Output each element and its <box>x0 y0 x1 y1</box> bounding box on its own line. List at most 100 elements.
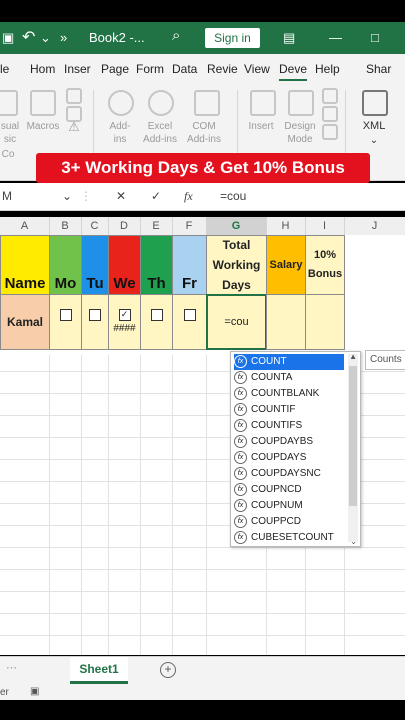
tab-insert[interactable]: Inser <box>64 62 91 76</box>
header-bonus-text: 10% Bonus <box>307 249 343 280</box>
header-tu-cell[interactable]: Tu <box>81 235 109 295</box>
com-add-ins-icon[interactable] <box>194 90 220 116</box>
enter-icon[interactable]: ✓ <box>151 189 161 203</box>
add-ins-icon[interactable] <box>108 90 134 116</box>
column-header-f[interactable]: F <box>172 217 207 235</box>
name-cell[interactable]: Kamal <box>0 294 50 350</box>
record-macro-icon[interactable] <box>66 88 82 104</box>
total-working-days-cell[interactable]: =cou <box>206 294 267 350</box>
visual-basic-icon[interactable] <box>0 90 18 116</box>
source-icon[interactable] <box>362 90 388 116</box>
tab-file[interactable]: le <box>0 62 9 76</box>
tu-cell[interactable] <box>81 294 109 350</box>
autocomplete-item[interactable]: fx COUPPCD <box>234 514 344 530</box>
autocomplete-item[interactable]: fx COUPNCD <box>234 482 344 498</box>
tab-page-layout[interactable]: Page <box>101 62 129 76</box>
function-autocomplete[interactable]: fx COUNT fx COUNTA fx COUNTBLANK fx COUNTIF … <box>230 351 361 547</box>
autocomplete-item[interactable]: fx COUNTIF <box>234 402 344 418</box>
th-checkbox[interactable] <box>150 309 163 321</box>
bonus-cell[interactable] <box>305 294 345 350</box>
undo-icon[interactable]: ↶ <box>22 27 35 47</box>
autocomplete-item[interactable]: fx COUNTIFS <box>234 418 344 434</box>
toolbox-icon[interactable] <box>250 90 276 116</box>
tab-data[interactable]: Data <box>172 62 197 76</box>
column-header-h[interactable]: H <box>266 217 306 235</box>
view-code-icon[interactable] <box>322 106 338 122</box>
column-header-i[interactable]: I <box>305 217 345 235</box>
column-header-c[interactable]: C <box>81 217 109 235</box>
column-header-a[interactable]: A <box>0 217 50 235</box>
header-mo-cell[interactable]: Mo <box>49 235 82 295</box>
chevron-down-icon[interactable]: ⌄ <box>366 134 382 147</box>
add-sheet-button[interactable]: + <box>160 662 176 678</box>
autocomplete-item[interactable]: fx CUBESETCOUNT <box>234 530 344 546</box>
macros-label: Macros <box>26 121 60 132</box>
chevron-down-icon[interactable]: ⌄ <box>40 30 51 46</box>
fr-checkbox[interactable] <box>183 309 196 321</box>
column-header-e[interactable]: E <box>140 217 173 235</box>
tab-developer[interactable]: Deve <box>279 62 308 81</box>
we-cell[interactable]: ✓ #### <box>108 294 141 350</box>
th-cell[interactable] <box>140 294 173 350</box>
tab-home[interactable]: Hom <box>30 62 55 76</box>
scrollbar-thumb[interactable] <box>349 366 357 506</box>
salary-cell[interactable] <box>266 294 306 350</box>
insert-function-icon[interactable]: fx <box>184 189 193 204</box>
xml-label[interactable]: XML <box>356 120 392 133</box>
formula-input[interactable]: =cou <box>220 189 246 203</box>
restore-icon[interactable]: □ <box>371 30 379 45</box>
autocomplete-item[interactable]: fx COUPDAYBS <box>234 434 344 450</box>
fr-cell[interactable] <box>172 294 207 350</box>
autocomplete-item[interactable]: fx COUNT <box>234 354 344 370</box>
name-box[interactable]: M <box>2 189 12 203</box>
macro-security-icon[interactable]: ⚠ <box>66 120 82 133</box>
run-dialog-icon[interactable] <box>322 124 338 140</box>
chevron-down-icon[interactable]: ⌄ <box>350 537 357 546</box>
sheet-tab-sheet1[interactable]: Sheet1 <box>70 657 128 684</box>
autocomplete-item[interactable]: fx COUNTBLANK <box>234 386 344 402</box>
properties-icon[interactable] <box>322 88 338 104</box>
header-th-cell[interactable]: Th <box>140 235 173 295</box>
cancel-icon[interactable]: ✕ <box>116 189 126 203</box>
minimize-icon[interactable]: — <box>329 30 342 45</box>
autocomplete-item[interactable]: fx COUPDAYSNC <box>234 466 344 482</box>
mo-cell[interactable] <box>49 294 82 350</box>
autocomplete-item[interactable]: fx COUPDAYS <box>234 450 344 466</box>
ribbon-display-icon[interactable]: ▤ <box>283 30 295 46</box>
column-header-g[interactable]: G <box>206 217 267 237</box>
header-salary-cell[interactable]: Salary <box>266 235 306 295</box>
column-header-b[interactable]: B <box>49 217 82 235</box>
scroll-up-icon[interactable]: ▲ <box>349 352 357 361</box>
tab-formulas[interactable]: Form <box>136 62 164 76</box>
share-button[interactable]: Shar <box>366 62 391 76</box>
header-we-text: We <box>113 274 136 292</box>
signin-button[interactable]: Sign in <box>205 28 260 48</box>
design-mode-icon[interactable] <box>288 90 314 116</box>
save-icon[interactable]: ▣ <box>2 30 14 46</box>
autocomplete-item[interactable]: fx COUNTA <box>234 370 344 386</box>
tab-review[interactable]: Revie <box>207 62 238 76</box>
column-header-j[interactable]: J <box>344 217 405 235</box>
chevron-down-icon[interactable]: ⌄ <box>62 189 72 203</box>
header-total-text: Total Working Days <box>212 238 261 292</box>
accessibility-icon[interactable]: ▣ <box>30 686 39 697</box>
autocomplete-item[interactable]: fx COUPNUM <box>234 498 344 514</box>
gear-icon[interactable] <box>148 90 174 116</box>
column-header-d[interactable]: D <box>108 217 141 235</box>
header-total-cell[interactable]: Total Working Days <box>206 235 267 295</box>
header-bonus-cell[interactable]: 10% Bonus <box>305 235 345 295</box>
search-icon[interactable]: ⌕ <box>172 27 180 44</box>
tu-checkbox[interactable] <box>89 309 101 321</box>
header-we-cell[interactable]: We <box>108 235 141 295</box>
mo-checkbox[interactable] <box>59 309 72 321</box>
tab-help[interactable]: Help <box>315 62 340 76</box>
tab-view[interactable]: View <box>244 62 270 76</box>
title-bar: ▣ ↶ ⌄ » Book2 -... ⌕ Sign in ▤ — □ <box>0 22 405 54</box>
macros-icon[interactable] <box>30 90 56 116</box>
ellipsis-icon[interactable]: ⋯ <box>6 661 17 674</box>
overflow-chevron[interactable]: » <box>60 30 67 45</box>
function-icon: fx <box>234 498 247 512</box>
header-fr-cell[interactable]: Fr <box>172 235 207 295</box>
header-name-cell[interactable]: Name <box>0 235 50 295</box>
we-checkbox-checked[interactable]: ✓ <box>118 309 131 321</box>
